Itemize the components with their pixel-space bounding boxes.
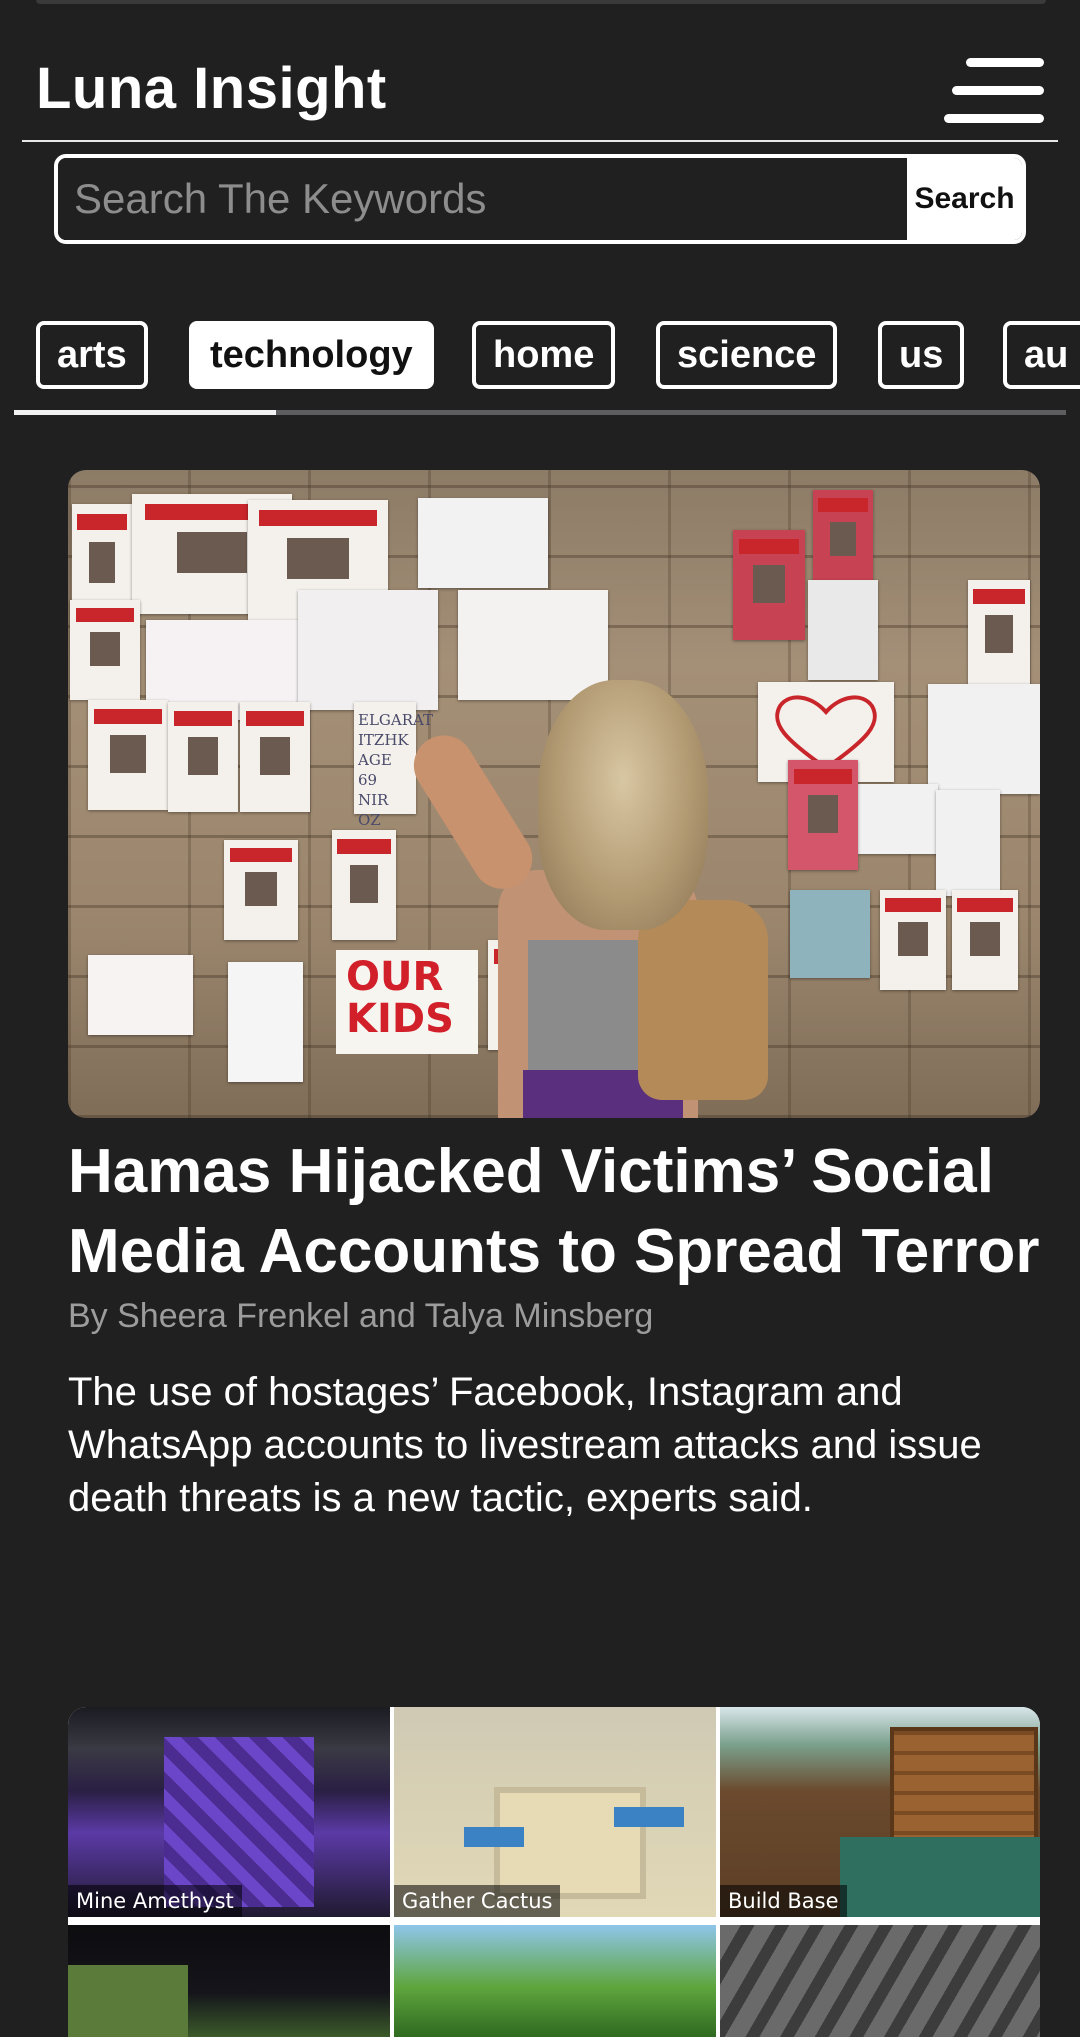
tab-us[interactable]: us bbox=[878, 321, 965, 389]
article-summary: The use of hostages’ Facebook, Instagram… bbox=[68, 1370, 982, 1520]
image-tile bbox=[720, 1925, 1040, 2037]
poster-our-kids: OUR KIDS bbox=[336, 950, 478, 1054]
hamburger-menu-icon[interactable] bbox=[944, 56, 1044, 124]
image-tile bbox=[68, 1925, 390, 2037]
image-tile: Mine Amethyst bbox=[68, 1707, 390, 1917]
image-tile: Build Base bbox=[720, 1707, 1040, 1917]
tab-technology[interactable]: technology bbox=[189, 321, 434, 389]
article-image[interactable]: ELGARAT ITZHK AGE 69 NIR OZ OUR KIDS bbox=[68, 470, 1040, 1118]
app-title: Luna Insight bbox=[36, 56, 387, 121]
tile-label: Gather Cactus bbox=[394, 1885, 561, 1917]
tab-home[interactable]: home bbox=[472, 321, 616, 389]
image-tile: Gather Cactus bbox=[394, 1707, 716, 1917]
tile-label: Build Base bbox=[720, 1885, 847, 1917]
search-input[interactable] bbox=[58, 158, 907, 240]
search-button[interactable]: Search bbox=[907, 158, 1022, 240]
tab-arts[interactable]: arts bbox=[36, 321, 148, 389]
tab-au[interactable]: au bbox=[1003, 321, 1080, 389]
article-image[interactable]: Mine Amethyst Gather Cactus Build Base bbox=[68, 1707, 1040, 2037]
header-divider bbox=[22, 140, 1058, 142]
tab-science[interactable]: science bbox=[656, 321, 838, 389]
article-card[interactable]: ELGARAT ITZHK AGE 69 NIR OZ OUR KIDS Ham… bbox=[68, 470, 1040, 1525]
search-bar: Search bbox=[54, 154, 1026, 244]
app-header: Luna Insight bbox=[0, 0, 1080, 145]
article-byline: By Sheera Frenkel and Talya Minsberg bbox=[68, 1297, 654, 1335]
tile-label: Mine Amethyst bbox=[68, 1885, 242, 1917]
category-tabs: arts technology home science us au bbox=[36, 321, 1080, 389]
article-headline[interactable]: Hamas Hijacked Victims’ Social Media Acc… bbox=[68, 1132, 1040, 1292]
tab-scroll-indicator[interactable] bbox=[14, 410, 276, 415]
image-tile bbox=[394, 1925, 716, 2037]
poster-text: ELGARAT ITZHK AGE 69 NIR OZ bbox=[358, 711, 434, 829]
